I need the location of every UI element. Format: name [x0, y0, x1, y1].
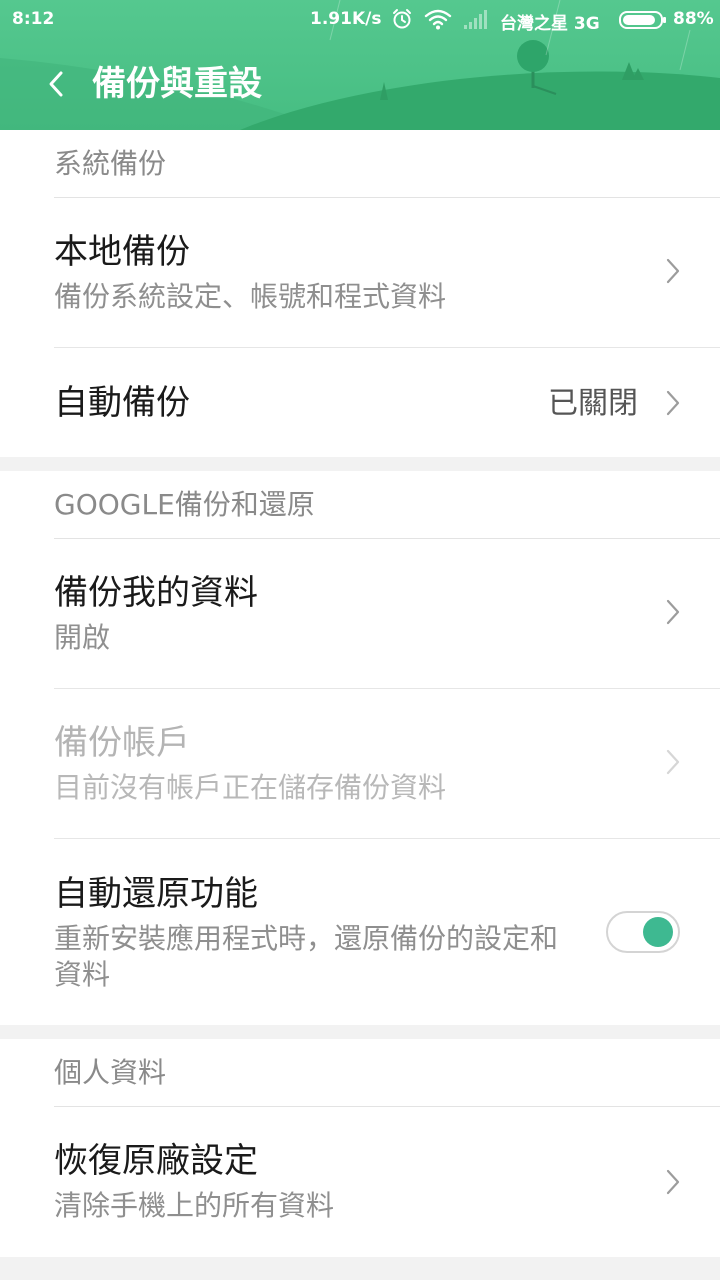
row-title: 備份帳戶	[54, 723, 190, 763]
chevron-right-icon	[666, 1169, 680, 1195]
row-title: 自動備份	[54, 383, 190, 423]
network-speed: 1.91K/s	[310, 9, 382, 29]
back-button[interactable]	[36, 62, 76, 106]
section-header-system-backup: 系統備份	[54, 147, 167, 180]
auto-backup-status: 已關閉	[548, 386, 638, 421]
chevron-right-icon	[666, 258, 680, 284]
status-bar: 8:12 1.91K/s 台灣之星 3G 88%	[0, 0, 720, 40]
row-title: 備份我的資料	[54, 573, 258, 613]
alarm-icon	[393, 9, 411, 29]
row-subtitle: 開啟	[54, 621, 111, 654]
signal-icon	[464, 10, 487, 29]
row-subtitle: 清除手機上的所有資料	[54, 1189, 335, 1222]
row-title: 本地備份	[54, 232, 190, 272]
row-subtitle: 目前沒有帳戶正在儲存備份資料	[54, 771, 447, 804]
battery-percent: 88%	[673, 9, 714, 29]
chevron-right-icon	[666, 749, 680, 775]
row-title: 自動還原功能	[54, 874, 258, 914]
row-local-backup[interactable]: 本地備份 備份系統設定、帳號和程式資料	[0, 198, 720, 348]
row-factory-reset[interactable]: 恢復原廠設定 清除手機上的所有資料	[0, 1107, 720, 1257]
screen: 8:12 1.91K/s 台灣之星 3G 88% 備份與重設 系統備份 本地備份…	[0, 0, 720, 1280]
wifi-icon	[424, 9, 452, 30]
section-header-google-backup: GOOGLE備份和還原	[54, 488, 315, 521]
row-auto-restore[interactable]: 自動還原功能 重新安裝應用程式時，還原備份的設定和資料	[0, 839, 720, 1025]
chevron-right-icon	[666, 390, 680, 416]
section-personal-data: 個人資料 恢復原廠設定 清除手機上的所有資料	[0, 1039, 720, 1257]
page-title: 備份與重設	[92, 64, 262, 104]
section-system-backup: 系統備份 本地備份 備份系統設定、帳號和程式資料 自動備份 已關閉	[0, 130, 720, 457]
chevron-right-icon	[666, 599, 680, 625]
app-header: 8:12 1.91K/s 台灣之星 3G 88% 備份與重設	[0, 0, 720, 130]
row-subtitle: 重新安裝應用程式時，還原備份的設定和資料	[54, 922, 559, 991]
toggle-knob	[643, 917, 673, 947]
chevron-left-icon	[49, 71, 63, 97]
status-time: 8:12	[12, 9, 55, 29]
carrier-name: 台灣之星 3G	[500, 14, 600, 34]
section-google-backup: GOOGLE備份和還原 備份我的資料 開啟 備份帳戶 目前沒有帳戶正在儲存備份資…	[0, 471, 720, 1025]
row-backup-account: 備份帳戶 目前沒有帳戶正在儲存備份資料	[0, 689, 720, 839]
row-auto-backup[interactable]: 自動備份 已關閉	[0, 348, 720, 457]
auto-restore-toggle[interactable]	[606, 911, 680, 953]
battery-icon	[619, 11, 666, 29]
row-subtitle: 備份系統設定、帳號和程式資料	[54, 280, 447, 313]
row-backup-my-data[interactable]: 備份我的資料 開啟	[0, 539, 720, 689]
row-title: 恢復原廠設定	[54, 1141, 258, 1181]
section-header-personal-data: 個人資料	[54, 1056, 167, 1089]
